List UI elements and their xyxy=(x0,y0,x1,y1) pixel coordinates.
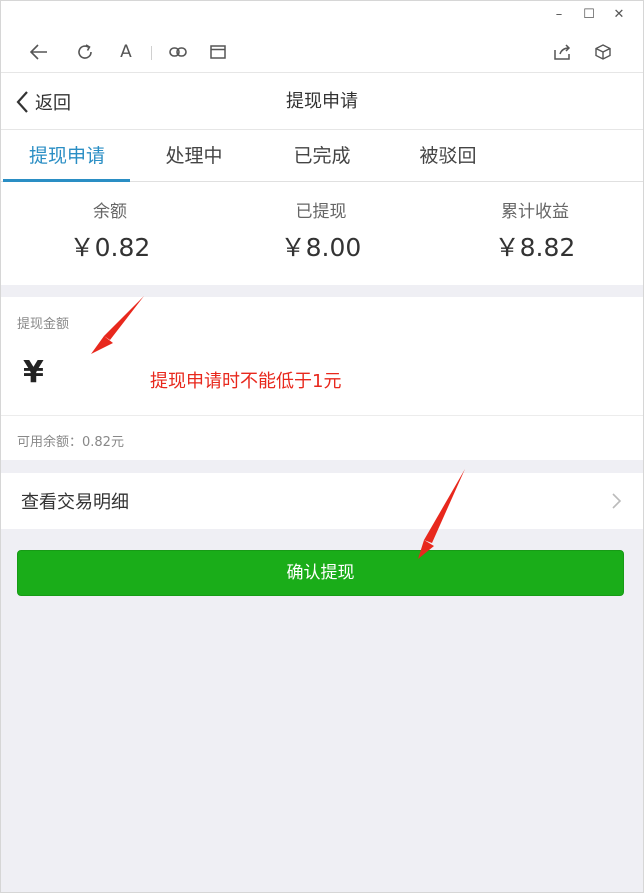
link-icon[interactable] xyxy=(167,41,189,63)
stat-label: 余额 xyxy=(93,202,127,222)
page-title: 提现申请 xyxy=(286,91,358,112)
nav-header: 提现申请 返回 xyxy=(1,73,643,130)
stats-panel: 余额 ￥0.82 已提现 ￥8.00 累计收益 ￥8.82 xyxy=(1,182,643,285)
confirm-withdraw-button[interactable]: 确认提现 xyxy=(17,550,624,596)
chevron-right-icon xyxy=(612,493,622,509)
maximize-button[interactable]: ☐ xyxy=(579,5,599,25)
transaction-details-row[interactable]: 查看交易明细 xyxy=(1,473,643,529)
app-window: – ☐ ✕ A 提现申请 返回 提现申请 处理中 已完成 被驳回 余额 ￥0.8… xyxy=(0,0,644,893)
stat-value: ￥8.82 xyxy=(494,233,576,262)
chevron-left-icon xyxy=(16,91,28,113)
window-icon[interactable] xyxy=(207,41,229,63)
stat-balance: 余额 ￥0.82 xyxy=(3,200,217,268)
minimize-button[interactable]: – xyxy=(549,5,569,25)
stat-total-earnings: 累计收益 ￥8.82 xyxy=(428,200,642,268)
annotation-note: 提现申请时不能低于1元 xyxy=(150,371,342,392)
share-icon[interactable] xyxy=(552,41,574,63)
tab-rejected[interactable]: 被驳回 xyxy=(384,130,512,182)
back-label: 返回 xyxy=(35,93,71,114)
amount-label: 提现金额 xyxy=(17,317,70,332)
tab-withdraw-request[interactable]: 提现申请 xyxy=(3,130,131,182)
stat-value: ￥0.82 xyxy=(69,233,151,262)
toolbar-separator xyxy=(151,46,152,60)
refresh-icon[interactable] xyxy=(74,41,96,63)
stat-label: 累计收益 xyxy=(501,202,569,222)
tab-bar: 提现申请 处理中 已完成 被驳回 xyxy=(1,130,643,182)
font-icon[interactable]: A xyxy=(115,41,137,63)
stat-label: 已提现 xyxy=(295,202,347,222)
tab-completed[interactable]: 已完成 xyxy=(258,130,386,182)
browser-toolbar: A xyxy=(1,31,643,73)
tab-processing[interactable]: 处理中 xyxy=(130,130,258,182)
back-button[interactable]: 返回 xyxy=(15,89,71,115)
stat-withdrawn: 已提现 ￥8.00 xyxy=(214,200,428,268)
title-bar: – ☐ ✕ xyxy=(1,1,643,31)
transaction-details-label: 查看交易明细 xyxy=(21,492,129,513)
back-arrow-icon[interactable] xyxy=(28,41,50,63)
stat-value: ￥8.00 xyxy=(280,233,362,262)
cube-icon[interactable] xyxy=(592,41,614,63)
close-button[interactable]: ✕ xyxy=(609,5,629,25)
currency-symbol: ¥ xyxy=(23,355,44,390)
divider xyxy=(1,415,643,416)
available-balance: 可用余额：0.82元 xyxy=(17,435,124,450)
